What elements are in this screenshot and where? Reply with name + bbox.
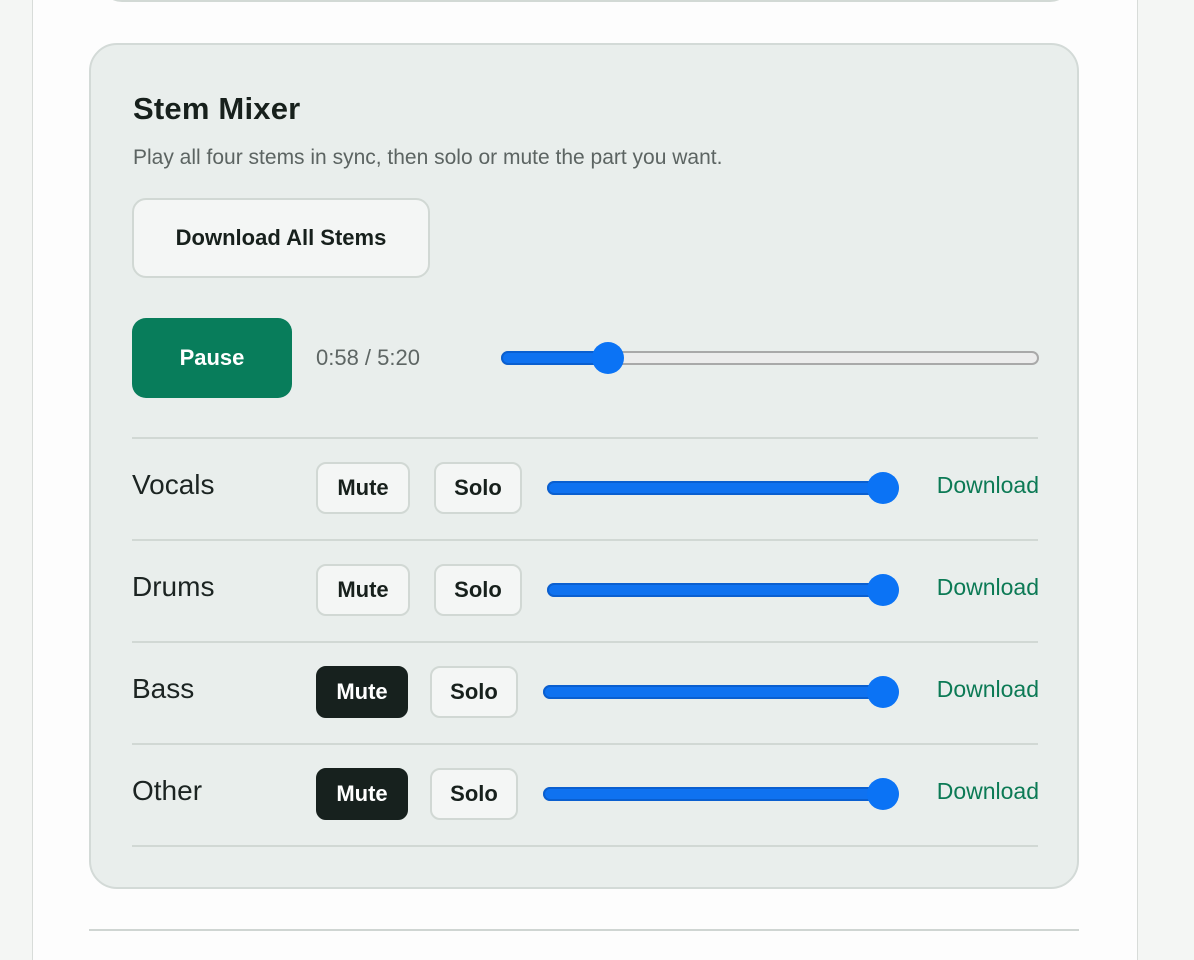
solo-button[interactable]: Solo [434,564,522,616]
solo-button[interactable]: Solo [434,462,522,514]
stem-name: Other [132,775,203,806]
playback-progress-slider[interactable] [501,340,1039,376]
stem-name: Bass [132,673,195,704]
download-link[interactable]: Download [937,778,1039,805]
slider-thumb[interactable] [867,676,899,708]
download-link[interactable]: Download [937,472,1039,499]
volume-slider[interactable] [543,776,899,812]
download-all-stems-button[interactable]: Download All Stems [132,198,430,278]
stem-row-drums: Drums Mute Solo Download [91,541,1081,643]
slider-thumb[interactable] [867,778,899,810]
mute-button[interactable]: Mute [316,564,410,616]
stem-row-vocals: Vocals Mute Solo Download [91,439,1081,541]
slider-fill [543,787,883,801]
previous-card-edge [100,0,1072,2]
section-divider [89,929,1079,931]
mute-button[interactable]: Mute [316,666,408,718]
slider-fill [547,481,883,495]
volume-slider[interactable] [547,572,899,608]
stem-row-other: Other Mute Solo Download [91,745,1081,847]
mute-button[interactable]: Mute [316,768,408,820]
divider [132,845,1038,847]
solo-button[interactable]: Solo [430,666,518,718]
slider-thumb[interactable] [867,574,899,606]
slider-fill [547,583,883,597]
stem-mixer-subtitle: Play all four stems in sync, then solo o… [133,146,723,169]
stem-name: Vocals [132,469,215,500]
stem-mixer-card: Stem Mixer Play all four stems in sync, … [89,43,1079,889]
playback-time: 0:58 / 5:20 [316,345,420,370]
download-link[interactable]: Download [937,676,1039,703]
stem-row-bass: Bass Mute Solo Download [91,643,1081,745]
stem-name: Drums [132,571,215,602]
volume-slider[interactable] [547,470,899,506]
download-link[interactable]: Download [937,574,1039,601]
stem-mixer-title: Stem Mixer [133,91,301,126]
slider-fill [543,685,883,699]
solo-button[interactable]: Solo [430,768,518,820]
mute-button[interactable]: Mute [316,462,410,514]
volume-slider[interactable] [543,674,899,710]
pause-button[interactable]: Pause [132,318,292,398]
slider-thumb[interactable] [592,342,625,374]
slider-thumb[interactable] [867,472,899,504]
